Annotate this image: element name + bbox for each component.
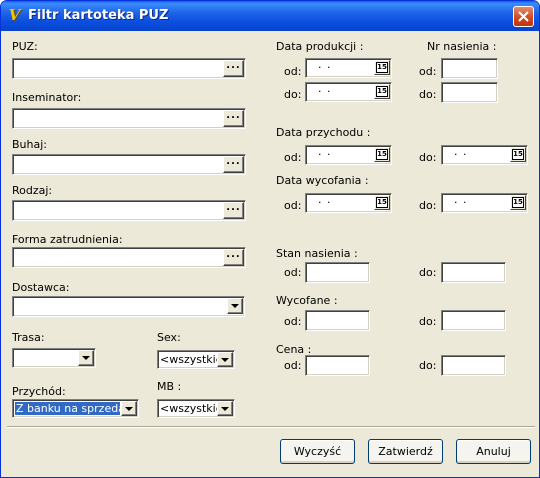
clear-button[interactable]: Wyczyść	[280, 439, 355, 464]
stan-nasienia-od-label: od:	[284, 266, 302, 279]
data-produkcji-do-picker[interactable]: · · 15	[305, 82, 392, 102]
stan-nasienia-od-input[interactable]	[305, 262, 370, 283]
chevron-down-icon	[221, 407, 229, 411]
forma-zatrudnienia-label: Forma zatrudnienia:	[12, 233, 123, 246]
filter-dialog: V Filtr kartoteka PUZ PUZ: ... Inseminat…	[0, 0, 540, 478]
trasa-select[interactable]	[12, 348, 96, 368]
inseminator-browse-button[interactable]: ...	[223, 110, 244, 127]
puz-browse-button[interactable]: ...	[223, 60, 244, 77]
buhaj-browse-button[interactable]: ...	[223, 156, 244, 173]
trasa-label: Trasa:	[12, 331, 45, 344]
wycofane-label: Wycofane :	[276, 294, 338, 307]
data-przychodu-od-picker[interactable]: · · 15	[305, 145, 392, 165]
stan-nasienia-do-label: do:	[419, 266, 437, 279]
cena-do-input[interactable]	[441, 355, 506, 376]
data-przychodu-do-label: do:	[419, 151, 437, 164]
nr-nasienia-label: Nr nasienia :	[427, 40, 497, 53]
sex-dropdown-button[interactable]	[217, 352, 233, 367]
confirm-button[interactable]: Zatwierdź	[368, 439, 443, 464]
calendar-icon: 15	[376, 86, 388, 97]
mb-label: MB :	[157, 380, 182, 393]
przychod-dropdown-button[interactable]	[121, 401, 137, 416]
wycofane-do-label: do:	[419, 315, 437, 328]
data-produkcji-od-picker[interactable]: · · 15	[305, 58, 392, 78]
rodzaj-field[interactable]: ...	[12, 200, 246, 221]
data-przychodu-label: Data przychodu :	[276, 126, 371, 139]
puz-label: PUZ:	[12, 40, 38, 53]
cancel-button[interactable]: Anuluj	[456, 439, 531, 464]
stan-nasienia-do-input[interactable]	[441, 262, 506, 283]
close-button[interactable]	[513, 6, 534, 27]
wycofane-do-input[interactable]	[441, 310, 506, 331]
data-przychodu-od-label: od:	[284, 151, 302, 164]
data-przychodu-do-picker[interactable]: · · 15	[441, 145, 528, 165]
dostawca-label: Dostawca:	[12, 281, 70, 294]
wycofane-od-input[interactable]	[305, 310, 370, 331]
data-wycofania-do-picker[interactable]: · · 15	[441, 193, 528, 213]
calendar-button[interactable]: 15	[374, 147, 390, 162]
chevron-down-icon	[82, 356, 90, 360]
stan-nasienia-label: Stan nasienia :	[276, 247, 358, 260]
nr-nasienia-do-input[interactable]	[441, 82, 498, 103]
calendar-icon: 15	[376, 197, 388, 208]
sex-label: Sex:	[157, 331, 181, 344]
dostawca-select[interactable]	[12, 296, 245, 317]
app-logo-icon: V	[8, 6, 21, 24]
nr-nasienia-od-input[interactable]	[441, 58, 498, 79]
data-produkcji-do-label: do:	[284, 88, 302, 101]
cena-od-input[interactable]	[305, 355, 370, 376]
trasa-dropdown-button[interactable]	[78, 350, 94, 366]
data-wycofania-do-label: do:	[419, 199, 437, 212]
calendar-icon: 15	[376, 149, 388, 160]
close-icon	[518, 11, 529, 22]
calendar-button[interactable]: 15	[374, 60, 390, 75]
mb-select[interactable]: <wszystkie>	[157, 399, 235, 418]
calendar-button[interactable]: 15	[510, 195, 526, 210]
chevron-down-icon	[231, 304, 239, 308]
dostawca-dropdown-button[interactable]	[227, 298, 243, 314]
data-wycofania-label: Data wycofania :	[276, 174, 369, 187]
data-wycofania-od-picker[interactable]: · · 15	[305, 193, 392, 213]
forma-zatrudnienia-browse-button[interactable]: ...	[223, 249, 244, 266]
data-produkcji-od-label: od:	[284, 65, 302, 78]
inseminator-field[interactable]: ...	[12, 108, 246, 129]
przychod-select[interactable]: Z banku na sprzedaż	[12, 399, 139, 418]
window-title: Filtr kartoteka PUZ	[28, 8, 169, 23]
cena-do-label: do:	[419, 359, 437, 372]
buhaj-field[interactable]: ...	[12, 154, 246, 175]
chevron-down-icon	[125, 407, 133, 411]
calendar-button[interactable]: 15	[510, 147, 526, 162]
mb-dropdown-button[interactable]	[217, 401, 233, 416]
forma-zatrudnienia-field[interactable]: ...	[12, 247, 246, 268]
przychod-label: Przychód:	[12, 385, 66, 398]
inseminator-label: Inseminator:	[12, 91, 82, 104]
rodzaj-browse-button[interactable]: ...	[223, 202, 244, 219]
sex-select[interactable]: <wszystkie>	[157, 350, 235, 369]
calendar-icon: 15	[512, 149, 524, 160]
cena-od-label: od:	[284, 359, 302, 372]
wycofane-od-label: od:	[284, 315, 302, 328]
calendar-button[interactable]: 15	[374, 195, 390, 210]
calendar-icon: 15	[376, 62, 388, 73]
divider	[7, 426, 535, 428]
title-bar[interactable]: V Filtr kartoteka PUZ	[1, 1, 539, 31]
calendar-button[interactable]: 15	[374, 84, 390, 99]
chevron-down-icon	[221, 358, 229, 362]
puz-field[interactable]: ...	[12, 58, 246, 79]
buhaj-label: Buhaj:	[12, 138, 47, 151]
nr-nasienia-od-label: od:	[419, 65, 437, 78]
rodzaj-label: Rodzaj:	[12, 184, 53, 197]
data-wycofania-od-label: od:	[284, 199, 302, 212]
nr-nasienia-do-label: do:	[419, 88, 437, 101]
calendar-icon: 15	[512, 197, 524, 208]
data-produkcji-label: Data produkcji :	[276, 40, 364, 53]
